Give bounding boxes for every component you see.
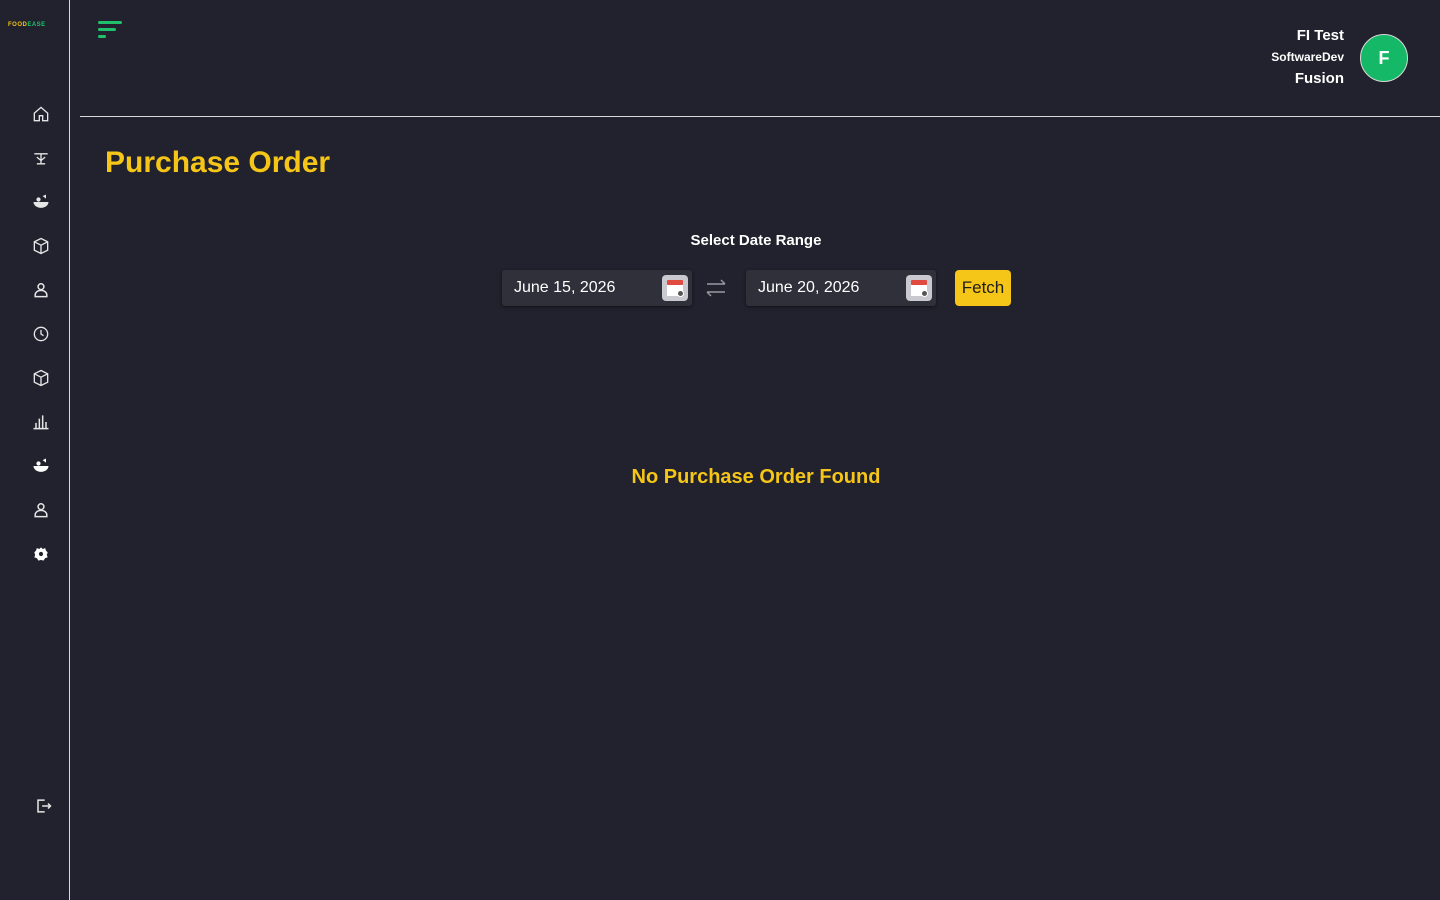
- menu-line: [98, 35, 106, 38]
- user-icon: [34, 503, 48, 518]
- logo-text-part1: FOOD: [8, 22, 28, 28]
- empty-state-message: No Purchase Order Found: [631, 466, 881, 488]
- end-date-value: June 20, 2026: [758, 279, 860, 296]
- box-icon: [33, 369, 49, 387]
- swap-arrows-icon: [706, 279, 726, 297]
- calendar-clock-dot: [677, 290, 684, 297]
- sidebar-item-home[interactable]: [29, 102, 53, 126]
- sidebar-item-settings[interactable]: [29, 542, 53, 566]
- calendar-icon[interactable]: [662, 275, 688, 301]
- start-date-value: June 15, 2026: [514, 279, 616, 296]
- sidebar-item-dining[interactable]: [29, 146, 53, 170]
- user-name: FI Test: [1296, 27, 1344, 44]
- sidebar-item-products[interactable]: [29, 366, 53, 390]
- sidebar-item-reports[interactable]: [29, 410, 53, 434]
- date-range-label: Select Date Range: [690, 232, 822, 249]
- user-role: SoftwareDev: [1271, 50, 1344, 64]
- user-org: Fusion: [1294, 70, 1344, 87]
- bar-chart-icon: [33, 415, 49, 430]
- menu-line: [98, 28, 116, 31]
- clock-icon: [33, 326, 49, 342]
- calendar-icon[interactable]: [906, 275, 932, 301]
- app-logo[interactable]: FOODEASE: [8, 22, 60, 32]
- user-info: FI Test SoftwareDev Fusion: [1271, 26, 1344, 90]
- end-date-input[interactable]: June 20, 2026: [746, 270, 936, 306]
- logout-icon: [37, 799, 52, 813]
- fetch-button[interactable]: Fetch: [955, 270, 1011, 306]
- sidebar-item-food[interactable]: [29, 190, 53, 214]
- dining-table-icon: [34, 153, 48, 165]
- header-divider: [80, 116, 1440, 117]
- sidebar: FOODEASE: [0, 0, 70, 900]
- sidebar-item-users[interactable]: [29, 278, 53, 302]
- calendar-clock-dot: [921, 290, 928, 297]
- sidebar-item-history[interactable]: [29, 322, 53, 346]
- gear-icon: [34, 547, 48, 561]
- menu-toggle-button[interactable]: [98, 21, 124, 41]
- menu-line: [98, 21, 122, 24]
- home-icon: [33, 106, 49, 122]
- page-title: Purchase Order: [105, 146, 331, 179]
- avatar[interactable]: F: [1360, 34, 1408, 82]
- sidebar-item-staff[interactable]: [29, 498, 53, 522]
- logo-text-part2: EASE: [27, 22, 46, 28]
- start-date-input[interactable]: June 15, 2026: [502, 270, 692, 306]
- logout-button[interactable]: [31, 794, 55, 818]
- food-bowl-icon: [33, 194, 49, 208]
- user-icon: [34, 283, 48, 298]
